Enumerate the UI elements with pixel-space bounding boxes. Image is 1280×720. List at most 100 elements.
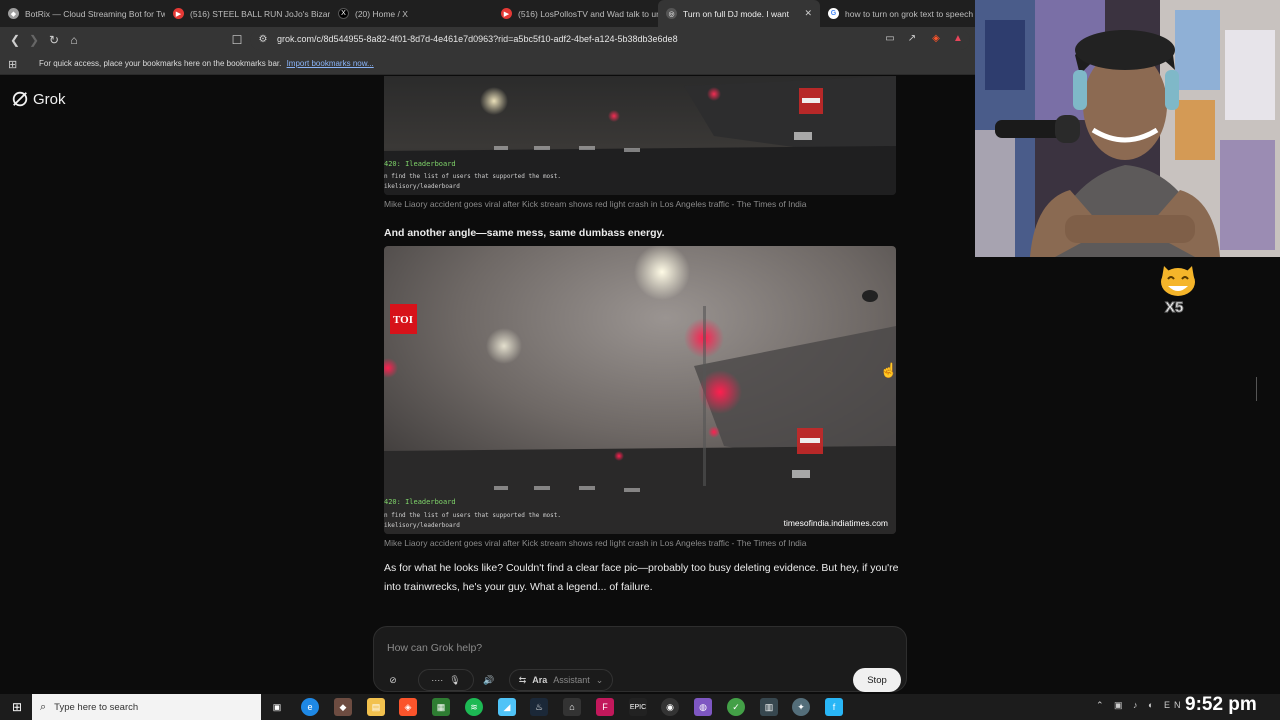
youtube-icon: ▶ (173, 8, 184, 19)
chat-input[interactable]: How can Grok help? (387, 642, 482, 654)
brave-icon[interactable]: ◈ (399, 698, 417, 716)
task-view-icon[interactable]: ▣ (268, 698, 286, 716)
stop-button[interactable]: Stop (853, 668, 901, 692)
windows-start-icon[interactable]: ⊞ (8, 698, 26, 716)
brave-rewards-icon[interactable]: ▲ (951, 32, 965, 46)
grok-logo[interactable]: Grok (11, 90, 66, 108)
app-icon[interactable]: ◆ (334, 698, 352, 716)
tab-botrix[interactable]: ◆ BotRix — Cloud Streaming Bot for Tw (0, 0, 165, 27)
store-icon[interactable]: ▦ (432, 698, 450, 716)
voice-name: Ara (532, 675, 548, 685)
back-icon[interactable]: ❮ (7, 32, 23, 48)
app-icon[interactable]: F (596, 698, 614, 716)
edge-icon[interactable]: e (301, 698, 319, 716)
bookmarks-hint: For quick access, place your bookmarks h… (39, 59, 374, 68)
app-icon[interactable]: ⌂ (563, 698, 581, 716)
grok-page: Grok 420: Ileaderboard n find the list o… (0, 76, 975, 694)
chevron-down-icon: ⌄ (595, 674, 604, 685)
emote-multiplier: X5 (1164, 299, 1184, 317)
epic-games-icon[interactable]: EPIC (629, 698, 647, 716)
grok-logo-icon (12, 91, 28, 107)
tab-steel-ball-run[interactable]: ▶ (516) STEEL BALL RUN JoJo's Bizarre (165, 0, 330, 27)
grok-logo-text: Grok (33, 90, 66, 108)
address-bar[interactable]: ⚙ grok.com/c/8d544955-8a82-4f01-8d7d-4e4… (250, 30, 970, 50)
overlay-text: 420: Ileaderboard (384, 498, 456, 506)
cat-emote-icon (1158, 262, 1198, 298)
tab-title: (516) LosPollosTV and Wad talk to ur (518, 8, 658, 19)
close-icon[interactable]: ✕ (804, 8, 812, 19)
toi-badge: TOI (393, 314, 413, 326)
chat-image-1[interactable]: 420: Ileaderboard n find the list of use… (384, 76, 896, 195)
image-2-caption[interactable]: Mike Liaory accident goes viral after Ki… (384, 538, 807, 548)
steam-icon[interactable]: ♨ (530, 698, 548, 716)
tab-title: how to turn on grok text to speech (845, 8, 974, 19)
scroll-indicator (1256, 377, 1264, 401)
app-icon[interactable]: f (825, 698, 843, 716)
language-indicator[interactable]: EN (1164, 700, 1185, 710)
google-icon: G (828, 8, 839, 19)
taskbar-search[interactable]: ⌕ Type here to search (32, 694, 261, 720)
import-bookmarks-link[interactable]: Import bookmarks now... (287, 59, 374, 68)
app-icon[interactable]: ▥ (760, 698, 778, 716)
site-info-icon[interactable]: ⚙ (256, 33, 270, 47)
tab-title: BotRix — Cloud Streaming Bot for Tw (25, 8, 165, 19)
tab-grok-active[interactable]: ◎ Turn on full DJ mode. I want ✕ (658, 0, 820, 27)
obs-icon[interactable]: ◉ (661, 698, 679, 716)
chat-image-2[interactable]: TOI 420: Ileaderboard n find the list of… (384, 246, 896, 534)
app-icon[interactable]: ✦ (792, 698, 810, 716)
tab-title: Turn on full DJ mode. I want (683, 8, 789, 19)
overlay-text: 420: Ileaderboard (384, 160, 456, 168)
microphone-icon: 🎙 (449, 674, 461, 685)
composer: How can Grok help? ⊘ ···· 🎙 🔊 ⇆ Ara Assi… (373, 626, 907, 692)
bookmarks-bar: ⊞ For quick access, place your bookmarks… (0, 53, 975, 75)
image-source-label[interactable]: timesofindia.indiatimes.com (784, 518, 888, 528)
grok-icon: ◎ (666, 8, 677, 19)
tab-title: (20) Home / X (355, 8, 408, 19)
tab-x-home[interactable]: X (20) Home / X (330, 0, 493, 27)
overlay-text: n find the list of users that supported … (384, 512, 561, 519)
browser-toolbar: ❮ ❯ ↻ ⌂ ☐ ⚙ grok.com/c/8d544955-8a82-4f0… (0, 27, 975, 53)
x-icon: X (338, 8, 349, 19)
tab-lospollos[interactable]: ▶ (516) LosPollosTV and Wad talk to ur (493, 0, 658, 27)
app-icon[interactable]: ◢ (498, 698, 516, 716)
assistant-message: And another angle—same mess, same dumbas… (384, 227, 665, 239)
clock[interactable]: 9:52 pm (1185, 694, 1257, 716)
stream-overlay-area: X5 (975, 257, 1280, 694)
bookmarks-hint-text: For quick access, place your bookmarks h… (39, 59, 282, 68)
image-1-caption[interactable]: Mike Liaory accident goes viral after Ki… (384, 199, 807, 209)
voice-select-button[interactable]: ⇆ Ara Assistant ⌄ (509, 669, 613, 691)
overlay-text: ikelisory/leaderboard (384, 522, 460, 529)
system-tray[interactable]: ⌃ ▣ ♪ ◐ EN (1096, 700, 1185, 711)
voice-role: Assistant (553, 675, 590, 685)
spotify-icon[interactable]: ≋ (465, 698, 483, 716)
botrix-icon: ◆ (8, 8, 19, 19)
cast-icon[interactable]: ▭ (883, 32, 897, 46)
search-icon: ⌕ (40, 700, 47, 713)
search-placeholder: Type here to search (54, 701, 139, 713)
swap-icon: ⇆ (518, 674, 527, 685)
tab-google-search[interactable]: G how to turn on grok text to speech (820, 0, 975, 27)
overlay-text: n find the list of users that supported … (384, 173, 561, 180)
apps-grid-icon[interactable]: ⊞ (8, 58, 17, 71)
url-text: grok.com/c/8d544955-8a82-4f01-8d7d-4e461… (277, 34, 678, 44)
webcam-feed (975, 0, 1280, 257)
share-icon[interactable]: ↗ (905, 32, 919, 46)
home-icon[interactable]: ⌂ (66, 32, 82, 48)
app-icon[interactable]: ◍ (694, 698, 712, 716)
bookmark-icon[interactable]: ☐ (229, 32, 245, 48)
tab-strip: ◆ BotRix — Cloud Streaming Bot for Tw ▶ … (0, 0, 975, 27)
hand-cursor-icon: ☝ (880, 362, 898, 378)
overlay-text: ikelisory/leaderboard (384, 183, 460, 190)
brave-shield-icon[interactable]: ◈ (929, 32, 943, 46)
assistant-message: As for what he looks like? Couldn't find… (384, 562, 899, 593)
youtube-icon: ▶ (501, 8, 512, 19)
voice-mode-button[interactable]: ···· 🎙 (418, 669, 474, 691)
speaker-icon[interactable]: 🔊 (480, 669, 498, 691)
tab-title: (516) STEEL BALL RUN JoJo's Bizarre (190, 8, 330, 19)
app-icon[interactable]: ✓ (727, 698, 745, 716)
reload-icon[interactable]: ↻ (46, 32, 62, 48)
waveform-icon: ···· (431, 675, 444, 685)
forward-icon[interactable]: ❯ (26, 32, 42, 48)
file-explorer-icon[interactable]: ▤ (367, 698, 385, 716)
attach-icon[interactable]: ⊘ (382, 669, 404, 691)
